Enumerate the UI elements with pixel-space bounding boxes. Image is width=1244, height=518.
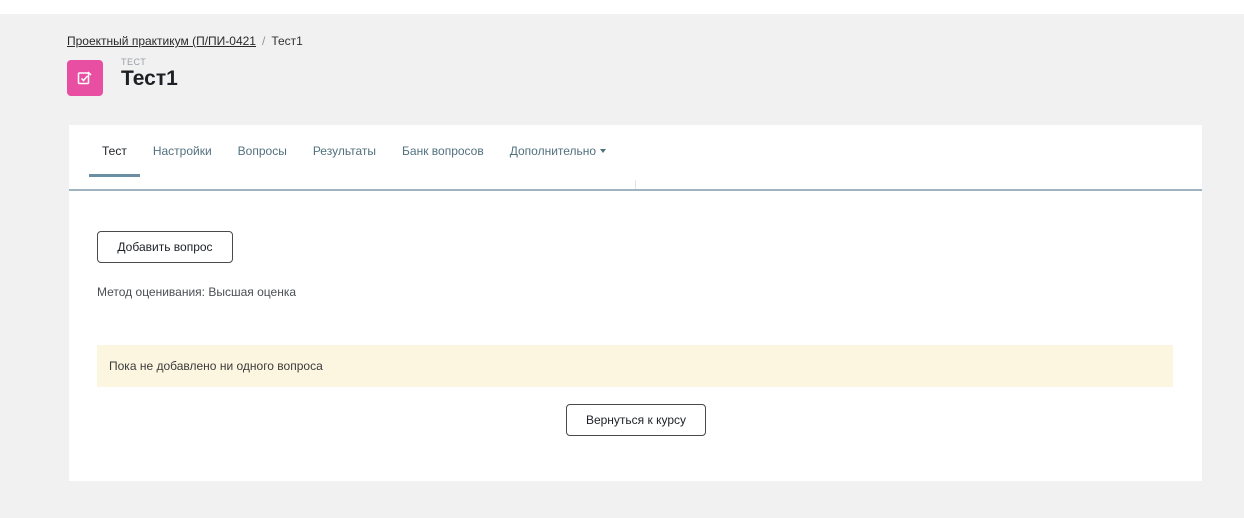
page-header: Проектный практикум (П/ПИ-0421 / Тест1 ТЕС… xyxy=(67,34,303,96)
tab-results[interactable]: Результаты xyxy=(300,125,389,177)
main-card: Тест Настройки Вопросы Результаты Банк в… xyxy=(69,125,1202,481)
breadcrumb: Проектный практикум (П/ПИ-0421 / Тест1 xyxy=(67,34,303,48)
empty-questions-notice: Пока не добавлено ни одного вопроса xyxy=(97,345,1173,387)
chevron-down-icon xyxy=(600,149,607,153)
divider xyxy=(635,180,636,189)
quiz-edit-icon xyxy=(67,60,103,96)
page-title: Тест1 xyxy=(121,67,178,90)
breadcrumb-course-link[interactable]: Проектный практикум (П/ПИ-0421 xyxy=(67,34,256,48)
nav-divider xyxy=(69,189,1202,191)
tab-questions[interactable]: Вопросы xyxy=(225,125,300,177)
tab-question-bank-label: Банк вопросов xyxy=(402,144,484,158)
breadcrumb-separator: / xyxy=(261,34,266,48)
add-question-button[interactable]: Добавить вопрос xyxy=(97,231,233,263)
tab-quiz-label: Тест xyxy=(102,144,127,158)
back-to-course-button[interactable]: Вернуться к курсу xyxy=(566,404,706,436)
tab-more[interactable]: Дополнительно xyxy=(497,125,619,177)
tab-settings[interactable]: Настройки xyxy=(140,125,225,177)
tab-more-label: Дополнительно xyxy=(509,144,597,158)
top-bar xyxy=(0,0,1244,14)
breadcrumb-current: Тест1 xyxy=(271,34,303,48)
grading-method-text: Метод оценивания: Высшая оценка xyxy=(97,285,297,299)
title-row: ТЕСТ Тест1 xyxy=(67,57,367,96)
tab-questions-label: Вопросы xyxy=(237,144,287,158)
tab-results-label: Результаты xyxy=(312,144,377,158)
empty-questions-notice-text: Пока не добавлено ни одного вопроса xyxy=(109,359,323,373)
secondary-nav: Тест Настройки Вопросы Результаты Банк в… xyxy=(89,125,619,177)
tab-settings-label: Настройки xyxy=(152,144,212,158)
module-type-label: ТЕСТ xyxy=(121,57,147,67)
tab-quiz[interactable]: Тест xyxy=(89,125,140,177)
tab-question-bank[interactable]: Банк вопросов xyxy=(389,125,497,177)
